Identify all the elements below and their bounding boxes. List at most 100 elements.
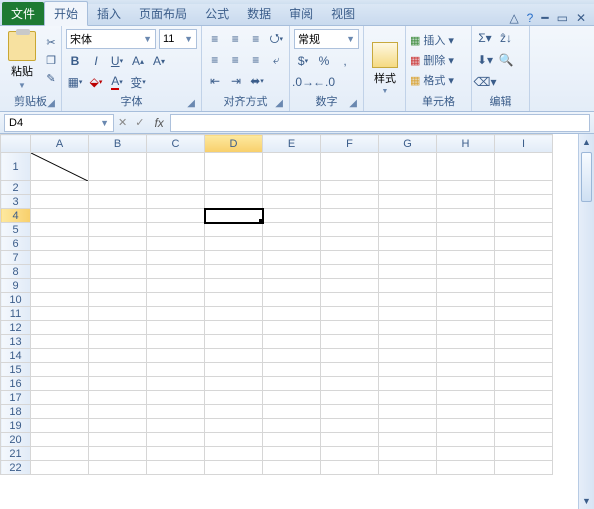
cell-F2[interactable]: [321, 181, 379, 195]
cell-E15[interactable]: [263, 363, 321, 377]
minimize-ribbon-icon[interactable]: △: [509, 11, 518, 25]
align-bottom-button[interactable]: ≡: [247, 30, 265, 48]
tab-data[interactable]: 数据: [238, 2, 280, 25]
row-header-17[interactable]: 17: [1, 391, 31, 405]
cell-H17[interactable]: [437, 391, 495, 405]
cell-E21[interactable]: [263, 447, 321, 461]
formula-input[interactable]: [170, 114, 590, 132]
cell-H7[interactable]: [437, 251, 495, 265]
cell-C21[interactable]: [147, 447, 205, 461]
row-header-5[interactable]: 5: [1, 223, 31, 237]
increase-font-button[interactable]: A▴: [129, 52, 147, 70]
cell-B16[interactable]: [89, 377, 147, 391]
cell-G9[interactable]: [379, 279, 437, 293]
cell-H10[interactable]: [437, 293, 495, 307]
cell-F9[interactable]: [321, 279, 379, 293]
cell-I2[interactable]: [495, 181, 553, 195]
cell-D4[interactable]: [205, 209, 263, 223]
orientation-button[interactable]: ⭯▾: [268, 30, 286, 48]
cell-G20[interactable]: [379, 433, 437, 447]
window-close-icon[interactable]: ✕: [576, 11, 586, 25]
cell-E4[interactable]: [263, 209, 321, 223]
cell-A14[interactable]: [31, 349, 89, 363]
cell-E8[interactable]: [263, 265, 321, 279]
cell-E18[interactable]: [263, 405, 321, 419]
bold-button[interactable]: B: [66, 52, 84, 70]
cell-B5[interactable]: [89, 223, 147, 237]
decrease-indent-button[interactable]: ⇤: [206, 72, 224, 90]
help-icon[interactable]: ?: [527, 11, 534, 25]
fill-color-button[interactable]: ⬙▾: [87, 73, 105, 91]
insert-cells-button[interactable]: ▦插入▾: [410, 32, 467, 48]
cell-A15[interactable]: [31, 363, 89, 377]
row-header-1[interactable]: 1: [1, 153, 31, 181]
cell-A20[interactable]: [31, 433, 89, 447]
cell-B3[interactable]: [89, 195, 147, 209]
cell-D8[interactable]: [205, 265, 263, 279]
col-header-B[interactable]: B: [89, 135, 147, 153]
cell-F12[interactable]: [321, 321, 379, 335]
cell-C20[interactable]: [147, 433, 205, 447]
cell-A22[interactable]: [31, 461, 89, 475]
cell-H19[interactable]: [437, 419, 495, 433]
cell-H22[interactable]: [437, 461, 495, 475]
cell-F1[interactable]: [321, 153, 379, 181]
cell-F16[interactable]: [321, 377, 379, 391]
cell-E10[interactable]: [263, 293, 321, 307]
cell-A5[interactable]: [31, 223, 89, 237]
cell-H4[interactable]: [437, 209, 495, 223]
cell-A2[interactable]: [31, 181, 89, 195]
cell-A3[interactable]: [31, 195, 89, 209]
cell-I15[interactable]: [495, 363, 553, 377]
cell-A7[interactable]: [31, 251, 89, 265]
cell-G2[interactable]: [379, 181, 437, 195]
cell-F3[interactable]: [321, 195, 379, 209]
cell-I1[interactable]: [495, 153, 553, 181]
col-header-F[interactable]: F: [321, 135, 379, 153]
cell-styles-button[interactable]: 样式 ▼: [368, 42, 402, 95]
cell-I3[interactable]: [495, 195, 553, 209]
cell-A13[interactable]: [31, 335, 89, 349]
cell-F22[interactable]: [321, 461, 379, 475]
delete-cells-button[interactable]: ▦删除▾: [410, 52, 467, 68]
tab-home[interactable]: 开始: [44, 1, 88, 26]
cell-D7[interactable]: [205, 251, 263, 265]
cell-I7[interactable]: [495, 251, 553, 265]
fx-icon[interactable]: fx: [148, 116, 169, 130]
cell-D11[interactable]: [205, 307, 263, 321]
cell-B12[interactable]: [89, 321, 147, 335]
row-header-16[interactable]: 16: [1, 377, 31, 391]
cell-E12[interactable]: [263, 321, 321, 335]
row-header-8[interactable]: 8: [1, 265, 31, 279]
tab-review[interactable]: 审阅: [280, 2, 322, 25]
scroll-down-icon[interactable]: ▼: [579, 493, 594, 509]
tab-formulas[interactable]: 公式: [196, 2, 238, 25]
format-cells-button[interactable]: ▦格式▾: [410, 72, 467, 88]
cell-D9[interactable]: [205, 279, 263, 293]
align-center-button[interactable]: ≡: [227, 51, 245, 69]
cell-F5[interactable]: [321, 223, 379, 237]
comma-button[interactable]: ,: [336, 52, 354, 70]
cell-E1[interactable]: [263, 153, 321, 181]
decrease-font-button[interactable]: A▾: [150, 52, 168, 70]
row-header-7[interactable]: 7: [1, 251, 31, 265]
fill-button[interactable]: ⬇▾: [476, 51, 494, 69]
cell-I16[interactable]: [495, 377, 553, 391]
cell-F17[interactable]: [321, 391, 379, 405]
cell-I5[interactable]: [495, 223, 553, 237]
name-box[interactable]: D4▼: [4, 114, 114, 132]
cell-G3[interactable]: [379, 195, 437, 209]
cell-H9[interactable]: [437, 279, 495, 293]
cell-G5[interactable]: [379, 223, 437, 237]
cell-I8[interactable]: [495, 265, 553, 279]
cell-C22[interactable]: [147, 461, 205, 475]
row-header-15[interactable]: 15: [1, 363, 31, 377]
cell-D13[interactable]: [205, 335, 263, 349]
row-header-9[interactable]: 9: [1, 279, 31, 293]
cell-E9[interactable]: [263, 279, 321, 293]
border-button[interactable]: ▦▾: [66, 73, 84, 91]
row-header-14[interactable]: 14: [1, 349, 31, 363]
cell-F14[interactable]: [321, 349, 379, 363]
cell-C18[interactable]: [147, 405, 205, 419]
cell-B10[interactable]: [89, 293, 147, 307]
